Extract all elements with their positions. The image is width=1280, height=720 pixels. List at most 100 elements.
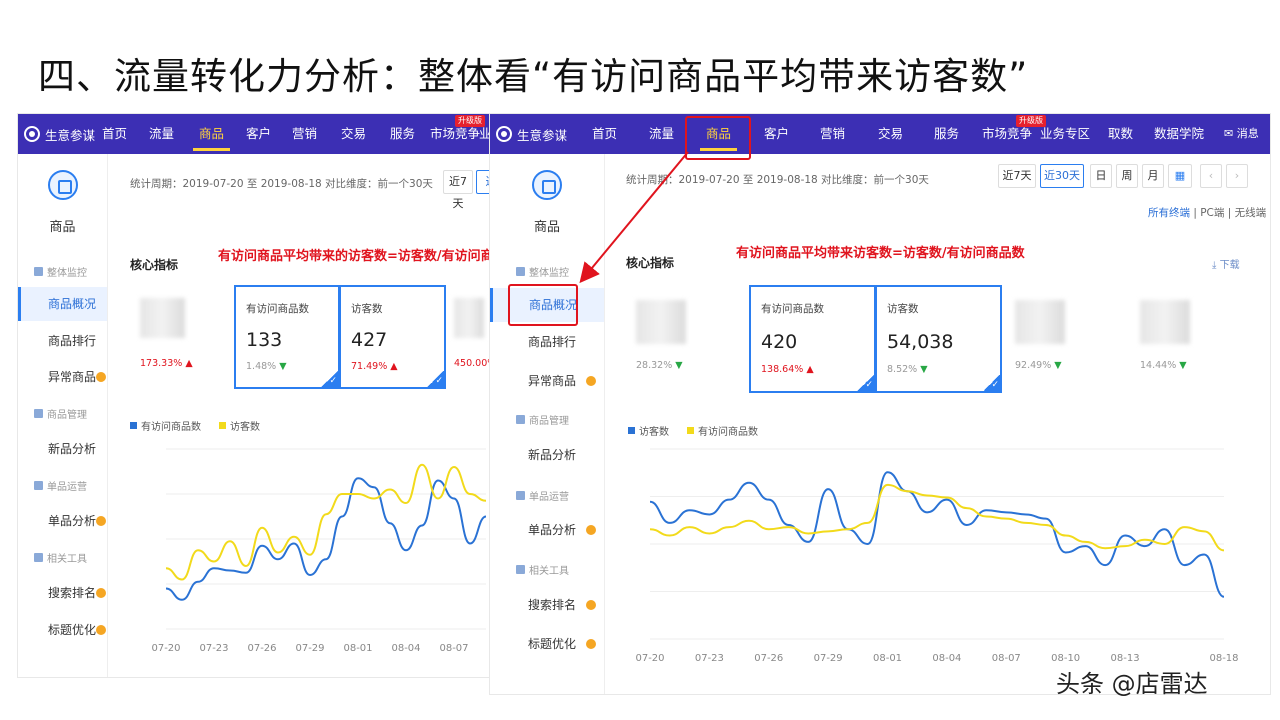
brand[interactable]: 生意参谋 [24, 114, 95, 154]
kpi-card-visited-products[interactable]: 有访问商品数 420 138.64% ▲ [749, 285, 876, 393]
group-label: 单品运营 [529, 492, 569, 503]
kpi-card-visitors[interactable]: 访客数 54,038 8.52% ▼ [875, 285, 1002, 393]
sidebar-group-monitor: 整体监控 [34, 264, 87, 279]
sidebar-group-monitor: 整体监控 [516, 264, 569, 279]
nav-fetch[interactable]: 取数 [1108, 114, 1133, 154]
product-icon [532, 170, 562, 200]
sidebar-item-abnormal[interactable]: 异常商品 [18, 360, 107, 394]
x-tick-label: 08-07 [439, 643, 468, 654]
title-dot-icon [96, 625, 106, 635]
sidebar-item-rank[interactable]: 商品排行 [18, 324, 107, 358]
group-label: 商品管理 [529, 416, 569, 427]
sidebar-item-new[interactable]: 新品分析 [18, 432, 107, 466]
next-icon[interactable]: › [1226, 164, 1248, 188]
terminal-all[interactable]: 所有终端 [1148, 207, 1190, 219]
kpi-change: 28.32% ▼ [636, 360, 683, 371]
range-7d-button[interactable]: 近7天 [998, 164, 1036, 188]
x-tick-label: 08-07 [992, 653, 1021, 664]
sidebar-group-tools: 相关工具 [516, 562, 569, 577]
core-metrics-title: 核心指标 [626, 256, 675, 270]
kpi-card-blurred[interactable]: 450.00% [446, 286, 490, 388]
group-label: 商品管理 [47, 410, 87, 421]
range-week-button[interactable]: 周 [1116, 164, 1138, 188]
nav-traffic[interactable]: 流量 [149, 114, 174, 154]
range-30d-button[interactable]: 近30天 [1040, 164, 1084, 188]
range-7d-button[interactable]: 近7天 [443, 170, 473, 210]
arrow-up-icon: ▲ [390, 361, 398, 372]
group-label: 整体监控 [529, 268, 569, 279]
arrow-down-icon: ▼ [1179, 360, 1187, 371]
sidebar-item-search-rank[interactable]: 搜索排名 [18, 576, 107, 610]
kpi-value: 54,038 [887, 331, 954, 353]
sidebar-group-tools: 相关工具 [34, 550, 87, 565]
nav-product[interactable]: 商品 [192, 114, 231, 154]
kpi-value: 420 [761, 331, 798, 353]
sidebar-group-manage: 商品管理 [516, 412, 569, 427]
download-icon: ⤓ [1212, 260, 1217, 271]
range-month-button[interactable]: 月 [1142, 164, 1164, 188]
nav-service[interactable]: 服务 [934, 114, 959, 154]
kpi-card-blurred[interactable]: 92.49% ▼ [1005, 286, 1125, 392]
kpi-card-visited-products[interactable]: 有访问商品数 133 1.48% ▼ [234, 285, 340, 389]
nav-business[interactable]: 业 [479, 114, 490, 154]
prev-icon[interactable]: ‹ [1200, 164, 1222, 188]
nav-business[interactable]: 业务专区 [1040, 114, 1090, 154]
sidebar-item-rank[interactable]: 商品排行 [490, 325, 604, 359]
slide-title: 四、流量转化力分析：整体看“有访问商品平均带来访客数” [38, 55, 1029, 98]
messages[interactable]: ✉ 消息 [1224, 114, 1259, 154]
highlight-box-nav-product [685, 116, 751, 160]
sidebar-item-title[interactable]: 标题优化 [18, 613, 107, 647]
brand-name: 生意参谋 [45, 127, 96, 143]
terminal-pc[interactable]: PC端 [1200, 207, 1224, 219]
arrow-up-icon: ▲ [185, 358, 193, 369]
nav-customer[interactable]: 客户 [246, 114, 271, 154]
formula-annotation: 有访问商品平均带来访客数=访客数/有访问商品数 [736, 246, 1025, 261]
chart-legend: 有访问商品数 访客数 [130, 418, 260, 433]
brand[interactable]: 生意参谋 [496, 114, 567, 154]
sidebar-header: 商品 [18, 154, 107, 249]
nav-customer[interactable]: 客户 [764, 114, 789, 154]
nav-traffic[interactable]: 流量 [649, 114, 674, 154]
nav-trade[interactable]: 交易 [878, 114, 903, 154]
nav-marketing[interactable]: 营销 [820, 114, 845, 154]
kpi-card-visitors[interactable]: 访客数 427 71.49% ▲ [339, 285, 446, 389]
kpi-value: 427 [351, 329, 388, 351]
sidebar-item-overview[interactable]: 商品概况 [18, 287, 107, 321]
nav-academy[interactable]: 数据学院 [1154, 114, 1204, 154]
calendar-icon[interactable]: ▦ [1168, 164, 1192, 188]
sidebar-header: 商品 [490, 154, 604, 249]
product-icon [47, 170, 78, 200]
terminal-wireless[interactable]: 无线端 [1235, 207, 1267, 219]
nav-marketing[interactable]: 营销 [292, 114, 317, 154]
kpi-card-blurred[interactable]: 173.33% ▲ [130, 286, 235, 388]
legend-label: 访客数 [230, 422, 260, 433]
nav-home[interactable]: 首页 [592, 114, 617, 154]
x-tick-label: 08-10 [1051, 653, 1080, 664]
sidebar-item-single[interactable]: 单品分析 [18, 504, 107, 538]
kpi-card-blurred[interactable]: 14.44% ▼ [1130, 286, 1250, 392]
sidebar-group-operate: 单品运营 [516, 488, 569, 503]
terminal-filter: 所有终端 | PC端 | 无线端 [1148, 207, 1267, 219]
nav-trade[interactable]: 交易 [341, 114, 366, 154]
group-label: 整体监控 [47, 268, 87, 279]
nav-service[interactable]: 服务 [390, 114, 415, 154]
x-tick-label: 07-29 [295, 643, 324, 654]
sidebar-item-new[interactable]: 新品分析 [490, 438, 604, 472]
legend-swatch [687, 427, 694, 434]
nav-home[interactable]: 首页 [102, 114, 127, 154]
kpi-label: 有访问商品数 [246, 303, 309, 315]
formula-annotation: 有访问商品平均带来的访客数=访客数/有访问商品数 [218, 249, 490, 264]
kpi-label: 访客数 [351, 303, 383, 315]
x-tick-label: 07-26 [247, 643, 276, 654]
range-30d-button[interactable]: 近 [476, 170, 490, 194]
blurred-metric [140, 298, 185, 338]
arrow-up-icon: ▲ [806, 364, 814, 375]
legend-swatch [130, 422, 137, 429]
download-link[interactable]: ⤓ 下载 [1212, 256, 1240, 271]
kpi-card-blurred[interactable]: 28.32% ▼ [626, 286, 746, 392]
range-day-button[interactable]: 日 [1090, 164, 1112, 188]
brand-logo-icon [24, 126, 40, 142]
period-text: 统计周期：2019-07-20 至 2019-08-18 对比维度：前一个30天 [130, 178, 433, 190]
x-tick-label: 08-01 [873, 653, 902, 664]
top-nav-bar: 生意参谋 首页 流量 商品 客户 营销 交易 服务 市场竞争 升级版 业务专区 … [490, 114, 1270, 154]
